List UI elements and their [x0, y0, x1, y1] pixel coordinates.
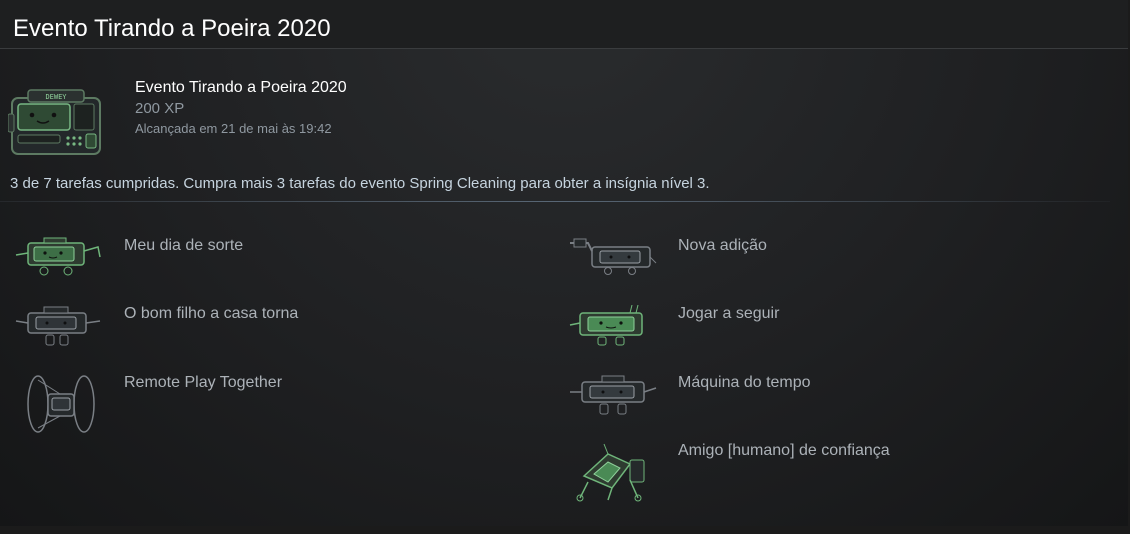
task-item: Nova adição: [568, 237, 1108, 297]
robot-time-machine-icon: [568, 374, 658, 434]
task-item: O bom filho a casa torna: [14, 305, 434, 365]
task-item: Amigo [humano] de confiança: [568, 442, 1108, 504]
badge-name: Evento Tirando a Poeira 2020: [135, 79, 347, 96]
task-label: Nova adição: [678, 237, 767, 254]
robot-trusted-friend-icon: [568, 442, 658, 502]
progress-text: 3 de 7 tarefas cumpridas. Cumpra mais 3 …: [10, 175, 710, 192]
badge-icon-text: DEWEY: [45, 93, 67, 101]
robot-badge-icon: DEWEY: [8, 88, 105, 160]
divider: [0, 201, 1110, 202]
badge-xp: 200 XP: [135, 100, 185, 117]
task-label: Remote Play Together: [124, 374, 283, 391]
task-item: Máquina do tempo: [568, 374, 1108, 434]
badge-unlock-date: Alcançada em 21 de mai às 19:42: [135, 121, 332, 136]
task-item: Jogar a seguir: [568, 305, 1108, 365]
page-header: Evento Tirando a Poeira 2020: [0, 0, 1128, 49]
task-label: Meu dia de sorte: [124, 237, 244, 254]
task-item: Meu dia de sorte: [14, 237, 434, 297]
task-label: Jogar a seguir: [678, 305, 780, 322]
robot-lucky-icon: [14, 237, 104, 297]
robot-remote-play-icon: [14, 374, 104, 434]
task-label: O bom filho a casa torna: [124, 305, 299, 322]
task-label: Máquina do tempo: [678, 374, 811, 391]
page-title: Evento Tirando a Poeira 2020: [13, 15, 331, 42]
badge-panel: Evento Tirando a Poeira 2020 DEWEY Event…: [0, 0, 1128, 526]
robot-new-addition-icon: [568, 237, 658, 297]
robot-play-next-icon: [568, 305, 658, 365]
robot-return-icon: [14, 305, 104, 365]
task-item: Remote Play Together: [14, 374, 434, 434]
task-label: Amigo [humano] de confiança: [678, 442, 890, 459]
